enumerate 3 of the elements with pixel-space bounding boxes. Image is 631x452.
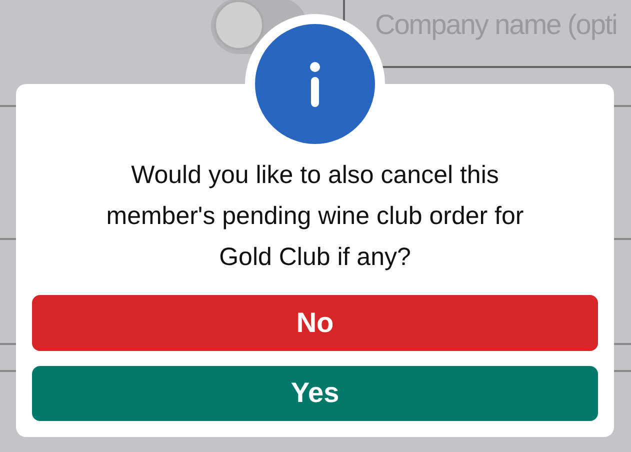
dialog-message: Would you like to also cancel this member's pending wine club order for Gold Club if any? <box>105 160 525 273</box>
yes-button[interactable]: Yes <box>32 366 598 421</box>
no-button[interactable]: No <box>32 295 598 350</box>
